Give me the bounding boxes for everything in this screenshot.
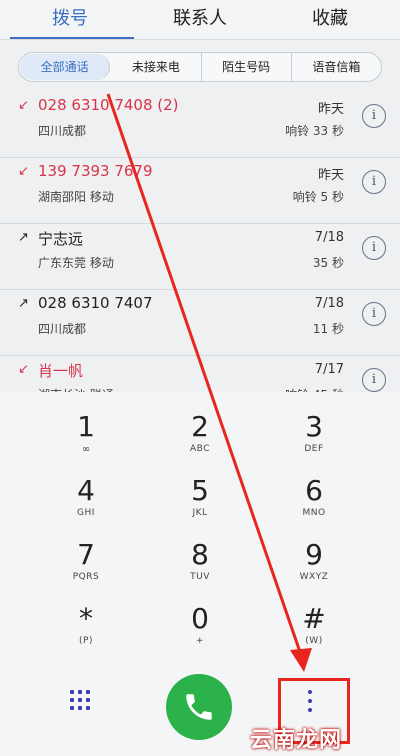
annotation-arrow	[106, 93, 312, 672]
watermark: 云南龙网	[250, 728, 343, 753]
